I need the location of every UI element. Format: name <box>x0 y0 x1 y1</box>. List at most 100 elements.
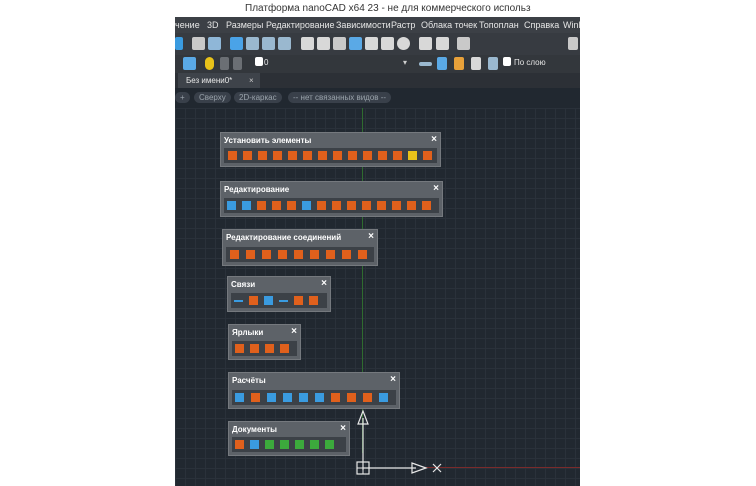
connection-check-icon[interactable] <box>342 250 351 259</box>
linetype-dropdown-value[interactable]: По слою <box>514 58 546 67</box>
panel-labels[interactable]: Ярлыки × <box>228 324 301 360</box>
insert-tee-icon[interactable] <box>288 151 297 160</box>
layer-lock-icon[interactable] <box>233 57 242 70</box>
insert-pipe-icon[interactable] <box>273 151 282 160</box>
menu-item-view[interactable]: чение <box>175 20 200 30</box>
doc-flag-icon[interactable] <box>235 440 244 449</box>
layer-freeze-icon[interactable] <box>220 57 229 70</box>
edit-split-icon[interactable] <box>257 201 266 210</box>
edit-connect-icon[interactable] <box>407 201 416 210</box>
measure-icon[interactable] <box>436 37 449 50</box>
calc-clear-icon[interactable] <box>331 393 340 402</box>
linked-views-control[interactable]: -- нет связанных видов -- <box>288 92 392 103</box>
match-layer-icon[interactable] <box>419 62 432 66</box>
insert-sensor-icon[interactable] <box>408 151 417 160</box>
calc-energy-icon[interactable] <box>379 393 388 402</box>
menu-item-constraints[interactable]: Зависимости <box>336 20 391 30</box>
insert-pump-icon[interactable] <box>318 151 327 160</box>
view-direction-control[interactable]: Сверху <box>194 92 231 103</box>
menu-item-help[interactable]: Справка <box>524 20 559 30</box>
close-icon[interactable]: × <box>321 278 327 289</box>
label-slope-icon[interactable] <box>265 344 274 353</box>
close-icon[interactable]: × <box>340 423 346 434</box>
panel-calculations[interactable]: Расчёты × <box>228 372 400 409</box>
panel-documents[interactable]: Документы × <box>228 421 350 456</box>
arrow-icon[interactable] <box>175 37 183 50</box>
calc-power-icon[interactable] <box>347 393 356 402</box>
properties-icon[interactable] <box>301 37 314 50</box>
layer-states-icon[interactable] <box>454 57 464 70</box>
layer-dropdown-value[interactable]: 0 <box>264 58 268 67</box>
edit-join-icon[interactable] <box>272 201 281 210</box>
menu-item-dimensions[interactable]: Размеры <box>226 20 263 30</box>
doc-flag-blue-icon[interactable] <box>250 440 259 449</box>
label-elevation-icon[interactable] <box>280 344 289 353</box>
edit-replace-icon[interactable] <box>287 201 296 210</box>
doc-check-icon[interactable] <box>265 440 274 449</box>
menu-item-point-clouds[interactable]: Облака точек <box>421 20 477 30</box>
zoom-window-icon[interactable] <box>230 37 243 50</box>
link-node-icon[interactable] <box>264 296 273 305</box>
connection-trim-icon[interactable] <box>310 250 319 259</box>
layer-on-bulb-icon[interactable] <box>205 57 214 70</box>
menu-item-topoplan[interactable]: Топоплан <box>479 20 519 30</box>
insert-device-icon[interactable] <box>393 151 402 160</box>
zoom-all-icon[interactable] <box>278 37 291 50</box>
doc-cycle-icon[interactable] <box>295 440 304 449</box>
insert-element-icon[interactable] <box>228 151 237 160</box>
doc-table-icon[interactable] <box>310 440 319 449</box>
edit-slope-icon[interactable] <box>332 201 341 210</box>
insert-valve-icon[interactable] <box>258 151 267 160</box>
close-icon[interactable]: × <box>368 231 374 242</box>
panel-links[interactable]: Связи × <box>227 276 331 312</box>
tool-palette-icon[interactable] <box>333 37 346 50</box>
connection-settings-icon[interactable] <box>358 250 367 259</box>
calc-volume-icon[interactable] <box>299 393 308 402</box>
menu-item-3d[interactable]: 3D <box>207 20 219 30</box>
connection-break-icon[interactable] <box>246 250 255 259</box>
link-line-icon[interactable] <box>234 300 243 302</box>
render-sphere-icon[interactable] <box>397 37 410 50</box>
link-arrow-icon[interactable] <box>249 296 258 305</box>
layer-visibility-icon[interactable] <box>471 57 481 70</box>
calc-balance-icon[interactable] <box>363 393 372 402</box>
insert-reducer-icon[interactable] <box>348 151 357 160</box>
layer-previous-icon[interactable] <box>437 57 447 70</box>
design-center-icon[interactable] <box>317 37 330 50</box>
calc-hydraulic-icon[interactable] <box>267 393 276 402</box>
drawing-canvas[interactable]: Установить элементы × Редактирование × Р… <box>175 108 580 486</box>
edit-bend-icon[interactable] <box>362 201 371 210</box>
close-icon[interactable]: × <box>390 374 396 385</box>
edit-refresh-icon[interactable] <box>317 201 326 210</box>
label-diameter-icon[interactable] <box>235 344 244 353</box>
sheet-icon[interactable] <box>419 37 432 50</box>
doc-spec-icon[interactable] <box>325 440 334 449</box>
edit-offset-icon[interactable] <box>377 201 386 210</box>
insert-fitting-icon[interactable] <box>243 151 252 160</box>
connection-add-icon[interactable] <box>230 250 239 259</box>
edit-stretch-icon[interactable] <box>242 201 251 210</box>
edit-align-icon[interactable] <box>392 201 401 210</box>
panel-install-elements[interactable]: Установить элементы × <box>220 132 441 167</box>
menu-item-edit[interactable]: Редактирование <box>266 20 335 30</box>
label-element-icon[interactable] <box>250 344 259 353</box>
link-hammer-icon[interactable] <box>309 296 318 305</box>
insert-equipment-icon[interactable] <box>363 151 372 160</box>
close-icon[interactable]: × <box>291 326 297 337</box>
tab-close-icon[interactable]: × <box>249 73 254 88</box>
insert-tank-icon[interactable] <box>378 151 387 160</box>
calc-velocity-icon[interactable] <box>283 393 292 402</box>
calc-unit-icon[interactable] <box>315 393 324 402</box>
zoom-extents-icon[interactable] <box>246 37 259 50</box>
document-tab[interactable]: Без имени0* × <box>178 73 260 88</box>
link-break-icon[interactable] <box>279 300 288 302</box>
edit-rotate-icon[interactable] <box>302 201 311 210</box>
close-icon[interactable]: × <box>433 183 439 194</box>
connection-extend-icon[interactable] <box>294 250 303 259</box>
edit-elevation-icon[interactable] <box>347 201 356 210</box>
panel-edit-connections[interactable]: Редактирование соединений × <box>222 229 378 266</box>
calc-pressure-icon[interactable] <box>251 393 260 402</box>
edit-move-icon[interactable] <box>227 201 236 210</box>
close-icon[interactable]: × <box>431 134 437 145</box>
layer-dropdown-chevron-icon[interactable]: ▾ <box>403 58 407 67</box>
